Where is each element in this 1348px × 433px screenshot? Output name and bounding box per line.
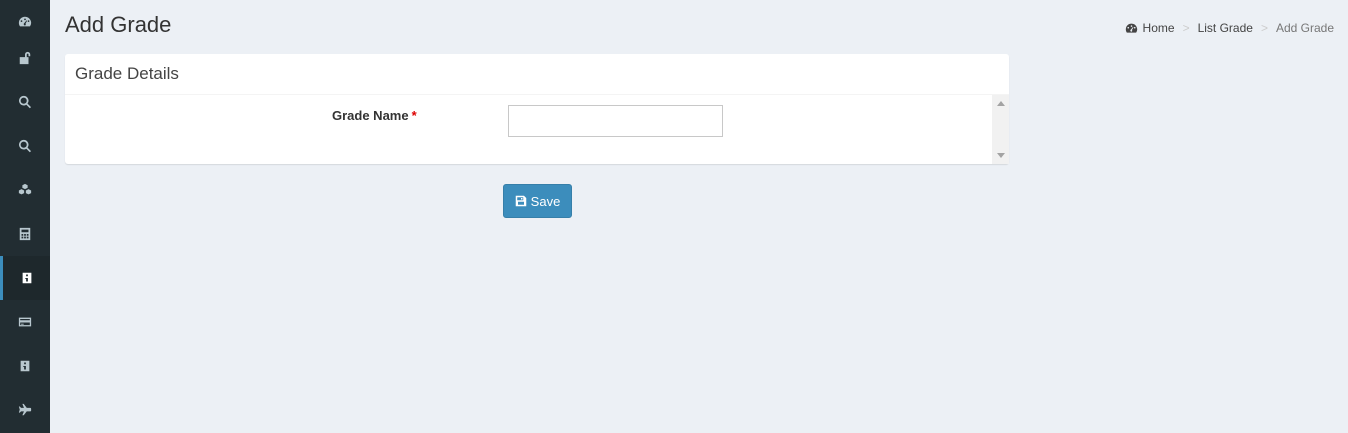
sidebar-item-search[interactable] bbox=[0, 80, 50, 124]
breadcrumb-home-link[interactable]: Home bbox=[1143, 21, 1175, 35]
sidebar bbox=[0, 0, 50, 433]
search-icon bbox=[19, 95, 32, 109]
credit-card-icon bbox=[18, 317, 32, 327]
plane-icon bbox=[18, 403, 32, 416]
sidebar-item-payments[interactable] bbox=[0, 300, 50, 344]
calculator-icon bbox=[19, 227, 31, 241]
page-title: Add Grade bbox=[65, 12, 172, 37]
grade-name-label-text: Grade Name bbox=[332, 108, 409, 123]
sidebar-item-badge[interactable] bbox=[0, 344, 50, 388]
box-body: Grade Name * bbox=[65, 95, 1009, 164]
breadcrumb-separator: > bbox=[1182, 21, 1190, 35]
sidebar-item-unlock[interactable] bbox=[0, 36, 50, 80]
required-mark: * bbox=[411, 108, 417, 123]
sidebar-item-cubes[interactable] bbox=[0, 168, 50, 212]
grade-name-input[interactable] bbox=[508, 105, 723, 137]
box-scrollbar[interactable] bbox=[992, 95, 1009, 164]
unlock-icon bbox=[19, 51, 31, 65]
breadcrumb-separator: > bbox=[1260, 21, 1268, 35]
scroll-up-arrow[interactable] bbox=[997, 101, 1005, 106]
cubes-icon bbox=[18, 183, 32, 195]
sidebar-item-travel[interactable] bbox=[0, 388, 50, 432]
save-icon bbox=[515, 195, 526, 207]
sidebar-item-calculator[interactable] bbox=[0, 212, 50, 256]
save-button-label: Save bbox=[530, 193, 561, 209]
id-badge-icon bbox=[20, 360, 30, 372]
sidebar-item-grades[interactable] bbox=[0, 256, 50, 300]
dashboard-icon bbox=[1125, 23, 1137, 33]
search-icon bbox=[19, 139, 32, 153]
id-badge-icon bbox=[22, 272, 31, 284]
save-button[interactable]: Save bbox=[503, 184, 572, 218]
grade-details-box: Grade Details Grade Name * bbox=[65, 54, 1009, 164]
box-title: Grade Details bbox=[65, 54, 1009, 95]
breadcrumb-current: Add Grade bbox=[1275, 21, 1334, 35]
scroll-down-arrow[interactable] bbox=[997, 153, 1005, 158]
dashboard-icon bbox=[18, 16, 32, 27]
sidebar-item-search-2[interactable] bbox=[0, 124, 50, 168]
breadcrumb-list-grade-link[interactable]: List Grade bbox=[1198, 21, 1253, 35]
breadcrumb: Home > List Grade > Add Grade bbox=[1125, 21, 1334, 35]
grade-name-label: Grade Name * bbox=[332, 108, 417, 123]
